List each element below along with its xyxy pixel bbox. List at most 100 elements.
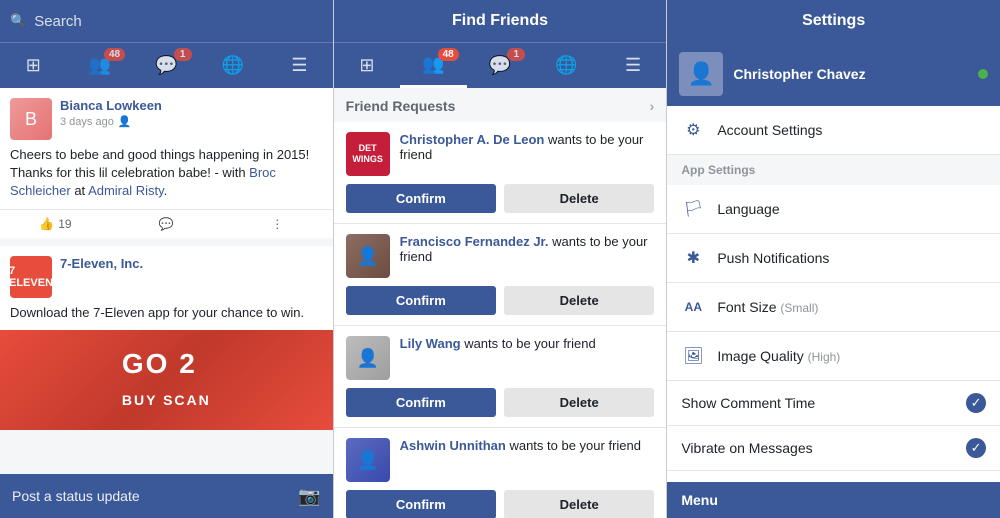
app-settings-section-header: App Settings [667, 155, 1000, 185]
post-1-more[interactable]: ⋮ [222, 210, 333, 238]
font-size-icon: AA [681, 295, 705, 319]
find-friends-title: Find Friends [452, 12, 548, 30]
mid-globe-icon: 🌐 [555, 55, 577, 76]
globe-icon: 🌐 [222, 55, 244, 76]
post-2-body: Download the 7-Eleven app for your chanc… [0, 304, 333, 330]
home-icon: ⊞ [26, 55, 41, 76]
settings-header: Settings [667, 0, 1000, 42]
bottom-bar: Post a status update 📷 [0, 474, 333, 518]
push-notifications-item[interactable]: ✱ Push Notifications [667, 234, 1000, 283]
delete-button-1[interactable]: Delete [504, 184, 654, 213]
menu-bar: Menu [667, 482, 1000, 518]
find-friends-header: Find Friends [334, 0, 667, 42]
mid-nav-friends[interactable]: 👥 48 [400, 43, 467, 88]
right-panel: Settings 👤 Christopher Chavez ⚙ Account … [667, 0, 1000, 518]
post-status-label[interactable]: Post a status update [12, 488, 140, 504]
friend-request-1: DETWINGS Christopher A. De Leon wants to… [334, 122, 667, 224]
friend-2-text: Francisco Fernandez Jr. wants to be your… [400, 234, 655, 264]
friend-1-name[interactable]: Christopher A. De Leon [400, 132, 545, 147]
search-input[interactable] [34, 13, 322, 30]
friends-badge: 48 [104, 48, 125, 61]
account-settings-label: Account Settings [717, 122, 986, 138]
logout-item[interactable]: ⏻ Log Out [667, 471, 1000, 482]
settings-user[interactable]: 👤 Christopher Chavez [667, 42, 1000, 106]
friend-request-2: 👤 Francisco Fernandez Jr. wants to be yo… [334, 224, 667, 326]
account-settings-item[interactable]: ⚙ Account Settings [667, 106, 1000, 155]
mid-nav-menu[interactable]: ☰ [600, 43, 667, 88]
delete-button-2[interactable]: Delete [504, 286, 654, 315]
friend-2-avatar: 👤 [346, 234, 390, 278]
friend-2-name[interactable]: Francisco Fernandez Jr. [400, 234, 549, 249]
post-1-avatar: B [10, 98, 52, 140]
post-2-author[interactable]: 7-Eleven, Inc. [60, 256, 143, 271]
friend-4-avatar: 👤 [346, 438, 390, 482]
confirm-button-1[interactable]: Confirm [346, 184, 496, 213]
nav-menu[interactable]: ☰ [266, 43, 333, 88]
menu-icon: ☰ [291, 55, 307, 76]
chevron-right-icon: › [650, 98, 655, 114]
delete-button-4[interactable]: Delete [504, 490, 654, 518]
search-header: 🔍 [0, 0, 333, 42]
nav-globe[interactable]: 🌐 [200, 43, 267, 88]
friend-request-4: 👤 Ashwin Unnithan wants to be your frien… [334, 428, 667, 518]
nav-home[interactable]: ⊞ [0, 43, 67, 88]
menu-label: Menu [681, 492, 718, 508]
friend-1-avatar: DETWINGS [346, 132, 390, 176]
confirm-button-2[interactable]: Confirm [346, 286, 496, 315]
language-label: Language [717, 201, 986, 217]
post-1-actions: 👍 19 💬 ⋮ [0, 209, 333, 238]
nav-messages[interactable]: 💬 1 [133, 43, 200, 88]
post-1-author[interactable]: Bianca Lowkeen [60, 98, 162, 113]
feed-post-1: B Bianca Lowkeen 3 days ago 👤 Cheers to … [0, 88, 333, 238]
camera-icon[interactable]: 📷 [298, 486, 320, 507]
vibrate-messages-label: Vibrate on Messages [681, 440, 954, 456]
notifications-icon: ✱ [681, 246, 705, 270]
middle-panel: Find Friends ⊞ 👥 48 💬 1 🌐 ☰ Friend Reque… [334, 0, 668, 518]
post-2-image: GO 2BUY SCAN [0, 330, 333, 430]
nav-friends[interactable]: 👥 48 [67, 43, 134, 88]
image-quality-item[interactable]: 🖼 Image Quality (High) [667, 332, 1000, 381]
font-size-value: (Small) [780, 301, 818, 315]
delete-button-3[interactable]: Delete [504, 388, 654, 417]
mid-home-icon: ⊞ [359, 55, 374, 76]
post-1-link-admiral[interactable]: Admiral Risty [88, 183, 164, 198]
push-notifications-label: Push Notifications [717, 250, 986, 266]
mid-nav-messages[interactable]: 💬 1 [467, 43, 534, 88]
settings-user-avatar: 👤 [679, 52, 723, 96]
language-item[interactable]: 🏳 Language [667, 185, 1000, 234]
friend-4-name[interactable]: Ashwin Unnithan [400, 438, 506, 453]
post-2-avatar: 7ELEVEN [10, 256, 52, 298]
feed-post-2: 7ELEVEN 7-Eleven, Inc. Download the 7-El… [0, 246, 333, 430]
friend-1-buttons: Confirm Delete [346, 184, 655, 213]
friend-2-buttons: Confirm Delete [346, 286, 655, 315]
mid-nav-globe[interactable]: 🌐 [533, 43, 600, 88]
font-size-item[interactable]: AA Font Size (Small) [667, 283, 1000, 332]
feed-content: B Bianca Lowkeen 3 days ago 👤 Cheers to … [0, 88, 333, 474]
show-comment-time-item[interactable]: Show Comment Time ✓ [667, 381, 1000, 426]
show-comment-time-toggle[interactable]: ✓ [966, 393, 986, 413]
more-icon: ⋮ [271, 217, 283, 231]
search-icon: 🔍 [10, 13, 26, 29]
friend-req-4-top: 👤 Ashwin Unnithan wants to be your frien… [346, 438, 655, 482]
friend-req-3-top: 👤 Lily Wang wants to be your friend [346, 336, 655, 380]
font-size-label: Font Size (Small) [717, 299, 986, 315]
messages-badge: 1 [174, 48, 192, 61]
post-2-header: 7ELEVEN 7-Eleven, Inc. [0, 246, 333, 304]
vibrate-messages-toggle[interactable]: ✓ [966, 438, 986, 458]
app-settings-label: App Settings [681, 163, 755, 177]
middle-nav-bar: ⊞ 👥 48 💬 1 🌐 ☰ [334, 42, 667, 88]
confirm-button-3[interactable]: Confirm [346, 388, 496, 417]
post-1-body: Cheers to bebe and good things happening… [0, 146, 333, 209]
post-1-header: B Bianca Lowkeen 3 days ago 👤 [0, 88, 333, 146]
post-1-comment[interactable]: 💬 [111, 210, 222, 238]
image-quality-label: Image Quality (High) [717, 348, 986, 364]
confirm-button-4[interactable]: Confirm [346, 490, 496, 518]
show-comment-time-label: Show Comment Time [681, 395, 954, 411]
left-panel: 🔍 ⊞ 👥 48 💬 1 🌐 ☰ B Bianca [0, 0, 334, 518]
mid-nav-home[interactable]: ⊞ [334, 43, 401, 88]
vibrate-messages-item[interactable]: Vibrate on Messages ✓ [667, 426, 1000, 471]
post-1-like[interactable]: 👍 19 [0, 210, 111, 238]
like-count: 19 [58, 217, 71, 231]
mid-friends-badge: 48 [438, 48, 459, 61]
friend-3-name[interactable]: Lily Wang [400, 336, 461, 351]
